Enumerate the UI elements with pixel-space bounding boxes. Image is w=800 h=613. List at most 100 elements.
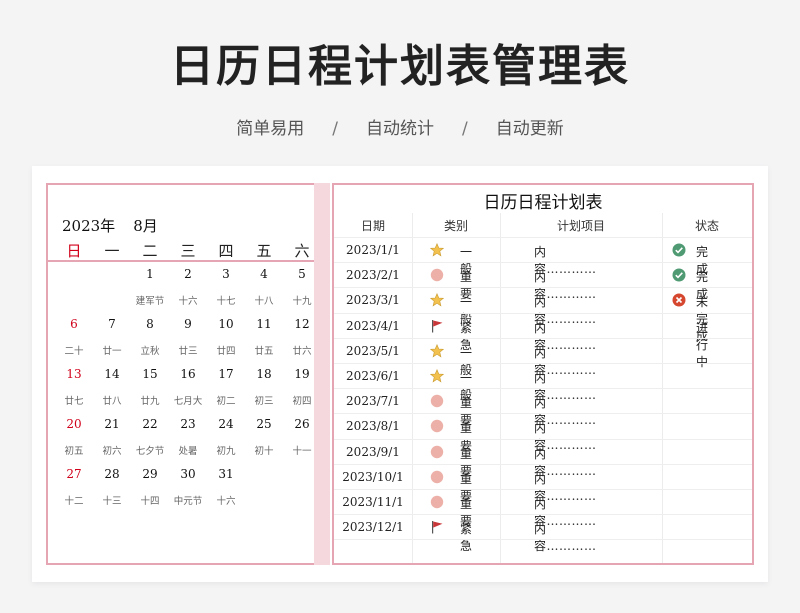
column-header: 状态 — [694, 219, 719, 233]
lunar-date: 七月大 — [173, 396, 203, 407]
date-cell[interactable]: 2023/7/1 — [334, 394, 412, 408]
row-rule — [334, 489, 752, 490]
date-cell[interactable]: 2023/3/1 — [334, 293, 412, 307]
calendar-day[interactable]: 2 — [169, 267, 207, 281]
circle-icon — [430, 444, 444, 458]
lunar-date: 廿一 — [102, 346, 122, 357]
star-icon — [429, 292, 445, 307]
lunar-date: 处暑 — [178, 446, 198, 457]
calendar-day[interactable]: 20 — [55, 417, 93, 431]
lunar-date: 十四 — [140, 496, 160, 507]
calendar-day[interactable]: 7 — [93, 317, 131, 331]
subtitle-item: 简单易用 — [236, 119, 305, 139]
row-rule — [334, 514, 752, 516]
calendar-day[interactable]: 29 — [131, 467, 169, 481]
subtitle: 简单易用 / 自动统计 / 自动更新 — [0, 114, 800, 139]
calendar-divider — [48, 260, 314, 262]
subtitle-separator: / — [332, 119, 338, 139]
lunar-date: 十三 — [102, 496, 122, 507]
weekday-header: 日一二三四五六 — [48, 240, 314, 260]
circle-icon — [430, 469, 444, 483]
date-cell[interactable]: 2023/10/1 — [334, 470, 412, 484]
calendar-day[interactable]: 3 — [207, 267, 245, 281]
cross-icon — [672, 292, 686, 307]
status-cell[interactable]: 进行中 — [696, 319, 708, 370]
circle-icon — [430, 494, 444, 509]
calendar-day[interactable]: 15 — [131, 367, 169, 381]
lunar-date: 十六 — [178, 296, 198, 307]
date-cell[interactable]: 2023/6/1 — [334, 369, 412, 383]
calendar-day[interactable]: 10 — [207, 317, 245, 331]
weekday-label: 四 — [218, 242, 234, 260]
calendar-panel: 2023年 8月 日一二三四五六 1 建军节 2 十六 3 十七 4 十八 5 十九 6 二十 7 廿一 8 立… — [46, 183, 316, 565]
calendar-day[interactable]: 11 — [245, 317, 283, 331]
lunar-date: 初十 — [254, 446, 274, 457]
circle-icon — [430, 267, 444, 282]
lunar-date: 十八 — [254, 296, 274, 307]
column-header: 类别 — [443, 219, 468, 233]
lunar-date: 初二 — [216, 396, 236, 407]
calendar-day[interactable]: 30 — [169, 467, 207, 481]
header-rule — [334, 237, 752, 238]
date-cell[interactable]: 2023/4/1 — [334, 319, 412, 333]
calendar-day[interactable]: 23 — [169, 417, 207, 431]
row-rule — [334, 388, 752, 390]
subtitle-item: 自动统计 — [366, 119, 434, 139]
calendar-day[interactable]: 28 — [93, 467, 131, 481]
check-icon — [672, 267, 686, 282]
row-rule — [334, 337, 752, 339]
plan-item-cell[interactable]: 内容………… — [534, 520, 597, 554]
category-cell[interactable]: 紧急 — [460, 520, 472, 554]
calendar-day[interactable]: 13 — [55, 367, 93, 381]
weekday-label: 五 — [256, 242, 272, 260]
calendar-day[interactable]: 27 — [55, 467, 93, 481]
lunar-date: 立秋 — [140, 346, 160, 357]
calendar-day[interactable]: 24 — [207, 417, 245, 431]
calendar-day[interactable]: 1 — [131, 267, 169, 281]
calendar-day[interactable]: 25 — [245, 417, 283, 431]
calendar-day[interactable]: 8 — [131, 317, 169, 331]
calendar-day[interactable]: 4 — [245, 267, 283, 281]
calendar-year: 2023年 — [62, 217, 116, 235]
lunar-date: 初三 — [254, 396, 274, 407]
calendar-day[interactable]: 31 — [207, 467, 245, 481]
date-cell[interactable]: 2023/2/1 — [334, 268, 412, 282]
calendar-day[interactable]: 9 — [169, 317, 207, 331]
flag-icon — [430, 318, 444, 333]
date-cell[interactable]: 2023/1/1 — [334, 243, 412, 257]
lunar-date: 初五 — [64, 446, 84, 457]
calendar-day[interactable]: 14 — [93, 367, 131, 381]
calendar-month: 8月 — [133, 217, 158, 235]
schedule-title: 日历日程计划表 — [483, 193, 603, 213]
calendar-day[interactable]: 17 — [207, 367, 245, 381]
lunar-date: 廿五 — [254, 346, 274, 357]
lunar-date: 十七 — [216, 296, 236, 307]
star-icon — [429, 242, 445, 257]
row-rule — [334, 287, 752, 289]
lunar-date: 廿三 — [178, 346, 198, 357]
calendar-month-label: 2023年 8月 — [62, 215, 158, 236]
date-cell[interactable]: 2023/8/1 — [334, 419, 412, 433]
lunar-date: 十二 — [64, 496, 84, 507]
date-cell[interactable]: 2023/9/1 — [334, 445, 412, 459]
calendar-day[interactable]: 16 — [169, 367, 207, 381]
schedule-table: 日历日程计划表 日期 类别 计划项目 状态 2023/1/1 一般 内容………… 完成 2023… — [332, 183, 754, 565]
page-title: 日历日程计划表管理表 — [170, 41, 630, 92]
flag-icon — [430, 519, 444, 534]
date-cell[interactable]: 2023/12/1 — [334, 520, 412, 534]
circle-icon — [430, 393, 444, 408]
lunar-date: 十六 — [216, 496, 236, 507]
calendar-day[interactable]: 6 — [55, 317, 93, 331]
date-cell[interactable]: 2023/11/1 — [334, 495, 412, 509]
weekday-label: 三 — [180, 242, 196, 260]
calendar-day[interactable]: 18 — [245, 367, 283, 381]
calendar-day[interactable]: 21 — [93, 417, 131, 431]
weekday-label: 二 — [142, 242, 158, 260]
weekday-label: 一 — [104, 242, 120, 260]
column-header: 计划项目 — [556, 219, 605, 233]
lunar-date: 中元节 — [173, 496, 203, 507]
date-cell[interactable]: 2023/5/1 — [334, 344, 412, 358]
lunar-date: 二十 — [64, 346, 84, 357]
calendar-day[interactable]: 22 — [131, 417, 169, 431]
lunar-date: 廿七 — [64, 396, 84, 407]
